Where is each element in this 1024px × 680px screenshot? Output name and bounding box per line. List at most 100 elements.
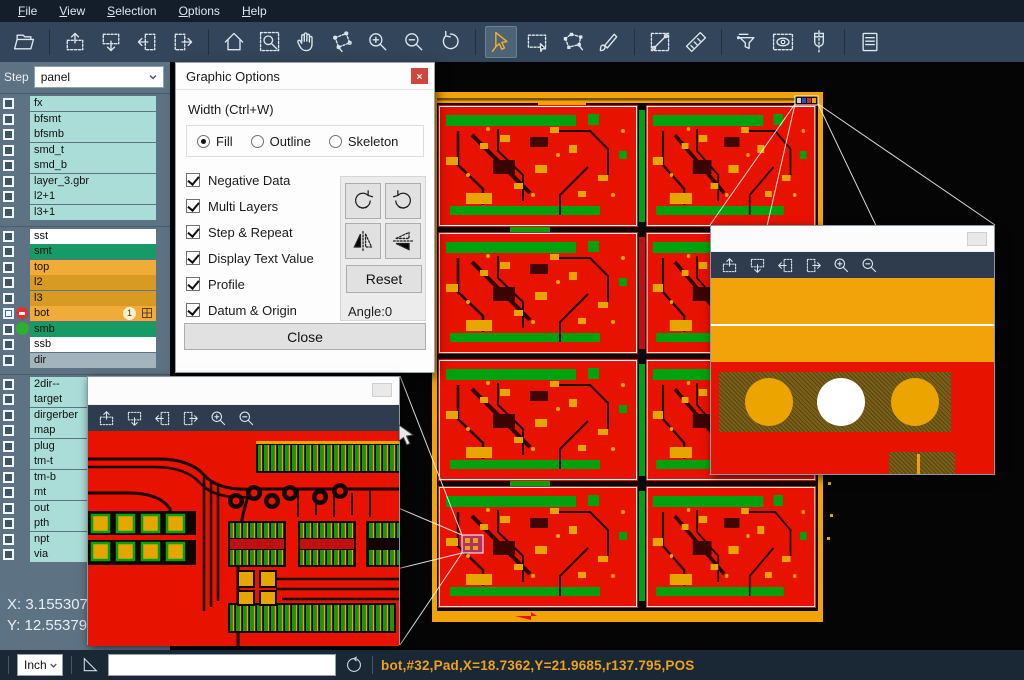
- layer-checkbox[interactable]: [3, 549, 14, 560]
- reset-button[interactable]: Reset: [346, 265, 422, 293]
- brush-button[interactable]: [593, 26, 625, 58]
- layer-row-bfsmb[interactable]: bfsmb: [0, 127, 170, 142]
- layer-checkbox[interactable]: [3, 160, 14, 171]
- menu-file[interactable]: File: [8, 2, 47, 20]
- menu-help[interactable]: Help: [232, 2, 277, 20]
- rect-select-button[interactable]: [521, 26, 553, 58]
- move-down-button[interactable]: [95, 26, 127, 58]
- filter-button[interactable]: [731, 26, 763, 58]
- layer-checkbox[interactable]: [3, 441, 14, 452]
- layer-checkbox[interactable]: [3, 456, 14, 467]
- move-left-button[interactable]: [131, 26, 163, 58]
- layer-row-bfsmt[interactable]: bfsmt: [0, 112, 170, 127]
- layer-row-smd_b[interactable]: smd_b: [0, 158, 170, 173]
- layer-name[interactable]: ssb: [30, 337, 156, 352]
- layer-row-l2[interactable]: l2: [0, 275, 170, 290]
- magnet-button[interactable]: [803, 26, 835, 58]
- move-left-button[interactable]: [150, 407, 174, 429]
- layer-name[interactable]: smt: [30, 244, 156, 259]
- dialog-close-button[interactable]: [411, 68, 428, 84]
- magnifier-view-traces[interactable]: [88, 431, 399, 646]
- zoom-region-button[interactable]: [254, 26, 286, 58]
- move-down-button[interactable]: [745, 254, 769, 276]
- command-input[interactable]: [108, 654, 336, 676]
- layer-checkbox[interactable]: [3, 487, 14, 498]
- unit-select[interactable]: Inch: [17, 654, 63, 676]
- layer-row-top[interactable]: top: [0, 260, 170, 275]
- zoom-out-button[interactable]: [857, 254, 881, 276]
- layer-checkbox[interactable]: [3, 191, 14, 202]
- layer-checkbox[interactable]: [3, 339, 14, 350]
- layer-row-sst[interactable]: sst: [0, 229, 170, 244]
- move-right-button[interactable]: [167, 26, 199, 58]
- move-right-button[interactable]: [801, 254, 825, 276]
- layer-checkbox[interactable]: [3, 355, 14, 366]
- layer-row-smt[interactable]: smt: [0, 244, 170, 259]
- layer-name[interactable]: top: [30, 260, 156, 275]
- magnifier-titlebar[interactable]: [711, 226, 994, 252]
- layer-name[interactable]: l2+1: [30, 189, 156, 204]
- checkbox-multi-layers[interactable]: Multi Layers: [186, 193, 336, 219]
- layer-checkbox[interactable]: [3, 114, 14, 125]
- measure-distance-button[interactable]: [644, 26, 676, 58]
- layer-checkbox[interactable]: [3, 308, 14, 319]
- layer-checkbox[interactable]: [3, 246, 14, 257]
- layer-row-smb[interactable]: smb: [0, 322, 170, 337]
- magnifier-window-button[interactable]: [967, 232, 987, 246]
- magnifier-view-pads[interactable]: [711, 278, 994, 474]
- log-panel-button[interactable]: [854, 26, 886, 58]
- layer-name[interactable]: dir: [30, 353, 156, 368]
- zoom-previous-button[interactable]: [434, 26, 466, 58]
- layer-checkbox[interactable]: [3, 277, 14, 288]
- move-left-button[interactable]: [773, 254, 797, 276]
- layer-name[interactable]: bfsmb: [30, 127, 156, 142]
- layer-checkbox[interactable]: [3, 534, 14, 545]
- rotate-cw-button[interactable]: [345, 183, 381, 219]
- zoom-out-button[interactable]: [234, 407, 258, 429]
- layer-checkbox[interactable]: [3, 176, 14, 187]
- dialog-titlebar[interactable]: Graphic Options: [176, 63, 434, 90]
- layer-row-fx[interactable]: fx: [0, 96, 170, 111]
- select-cursor-button[interactable]: [485, 26, 517, 58]
- polygon-select-button[interactable]: [557, 26, 589, 58]
- layer-name[interactable]: bot1: [30, 306, 156, 321]
- layer-row-smd_t[interactable]: smd_t: [0, 143, 170, 158]
- layer-checkbox[interactable]: [3, 129, 14, 140]
- flip-vertical-button[interactable]: [385, 223, 421, 259]
- layer-checkbox[interactable]: [3, 231, 14, 242]
- layer-checkbox[interactable]: [3, 145, 14, 156]
- magnifier-window-button[interactable]: [372, 383, 392, 397]
- checkbox-display-text-value[interactable]: Display Text Value: [186, 245, 336, 271]
- layer-name[interactable]: smd_b: [30, 158, 156, 173]
- corner-angle-icon[interactable]: [80, 655, 100, 675]
- radio-fill[interactable]: Fill: [197, 134, 233, 149]
- layer-name[interactable]: l3+1: [30, 205, 156, 220]
- layer-name[interactable]: smb: [30, 322, 156, 337]
- snapshot-button[interactable]: [326, 26, 358, 58]
- layer-checkbox[interactable]: [3, 472, 14, 483]
- layer-checkbox[interactable]: [3, 293, 14, 304]
- layer-name[interactable]: bfsmt: [30, 112, 156, 127]
- zoom-in-button[interactable]: [206, 407, 230, 429]
- move-down-button[interactable]: [122, 407, 146, 429]
- checkbox-step-repeat[interactable]: Step & Repeat: [186, 219, 336, 245]
- layer-name[interactable]: fx: [30, 96, 156, 111]
- radio-skeleton[interactable]: Skeleton: [329, 134, 399, 149]
- checkbox-datum-origin[interactable]: Datum & Origin: [186, 297, 336, 323]
- step-select[interactable]: panel: [34, 66, 164, 88]
- layer-name[interactable]: smd_t: [30, 143, 156, 158]
- layer-checkbox[interactable]: [3, 518, 14, 529]
- move-up-button[interactable]: [59, 26, 91, 58]
- layer-name[interactable]: l2: [30, 275, 156, 290]
- zoom-in-button[interactable]: [829, 254, 853, 276]
- layer-checkbox[interactable]: [3, 324, 14, 335]
- zoom-out-button[interactable]: [398, 26, 430, 58]
- rotate-ccw-button[interactable]: [385, 183, 421, 219]
- layer-row-layer_3.gbr[interactable]: layer_3.gbr: [0, 174, 170, 189]
- view-box-button[interactable]: [767, 26, 799, 58]
- layer-checkbox[interactable]: [3, 394, 14, 405]
- home-button[interactable]: [218, 26, 250, 58]
- checkbox-negative-data[interactable]: Negative Data: [186, 167, 336, 193]
- zoom-in-button[interactable]: [362, 26, 394, 58]
- magnifier-titlebar[interactable]: [88, 377, 399, 405]
